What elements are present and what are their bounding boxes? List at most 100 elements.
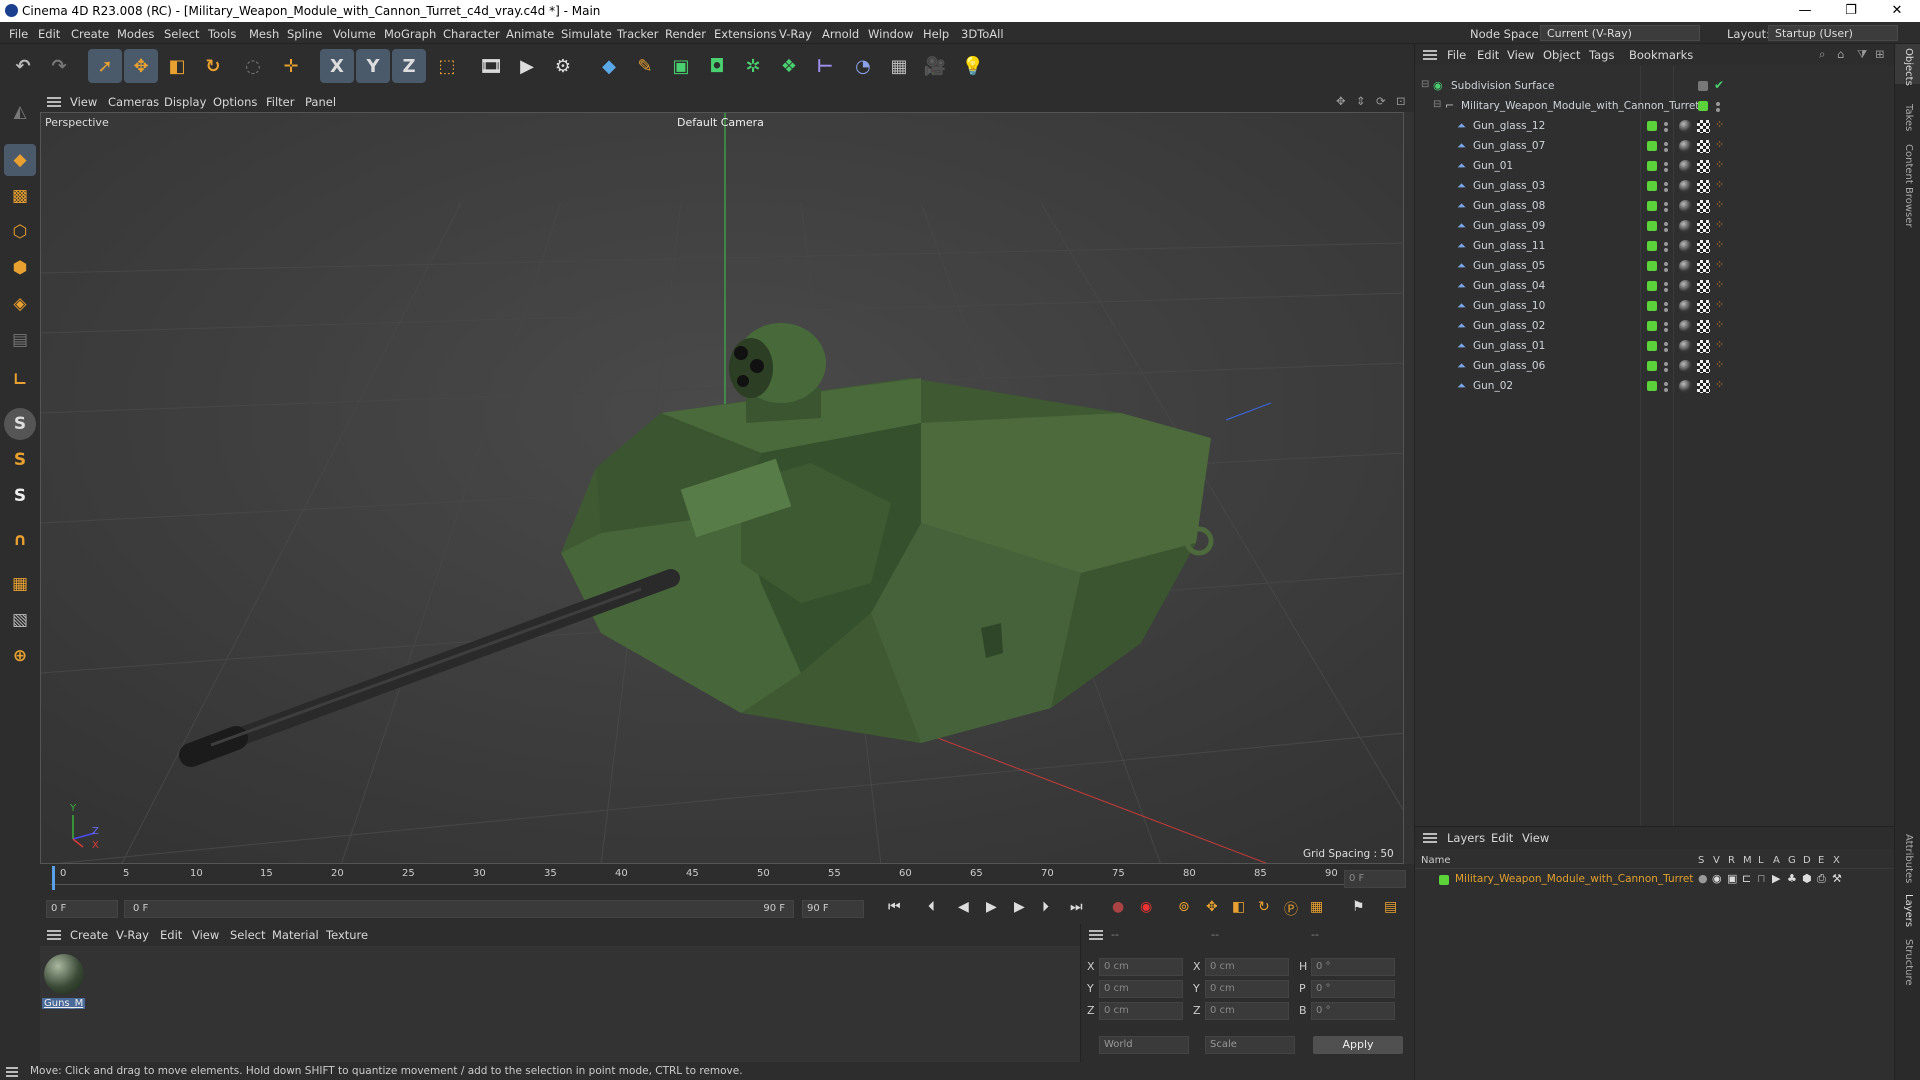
layer-swatch[interactable] <box>1647 281 1657 291</box>
menu-3dtoall[interactable]: 3DToAll <box>961 27 1004 41</box>
layer-swatch[interactable] <box>1647 221 1657 231</box>
layer-swatch[interactable] <box>1647 181 1657 191</box>
texture-mode-icon[interactable]: ▩ <box>4 180 36 212</box>
start-frame-field[interactable]: 0 F <box>46 900 118 918</box>
object-row[interactable]: ⏶ Gun_glass_06 ⁘ <box>1415 356 1895 376</box>
close-button[interactable]: ✕ <box>1874 0 1920 22</box>
vp-menu-display[interactable]: Display <box>164 95 206 109</box>
vray-tag-icon[interactable] <box>1697 280 1710 293</box>
goto-start-icon[interactable]: ⏮ <box>888 899 901 915</box>
menu-animate[interactable]: Animate <box>506 27 554 41</box>
layer-swatch[interactable] <box>1647 381 1657 391</box>
playhead[interactable] <box>52 866 55 890</box>
hamburger-icon[interactable] <box>47 97 61 99</box>
layer-generator-icon[interactable]: ♣ <box>1787 872 1797 885</box>
menu-vray[interactable]: V-Ray <box>779 27 812 41</box>
uvw-tag-icon[interactable]: ⁘ <box>1715 358 1724 371</box>
editor-vis-dot[interactable] <box>1664 122 1668 126</box>
menu-file[interactable]: File <box>9 27 28 41</box>
editor-vis-dot[interactable] <box>1664 262 1668 266</box>
object-row[interactable]: ⏶ Gun_glass_02 ⁘ <box>1415 316 1895 336</box>
redo-icon[interactable]: ↷ <box>42 49 76 83</box>
uvw-tag-icon[interactable]: ⁘ <box>1715 218 1724 231</box>
layer-menu-edit[interactable]: Edit <box>1491 831 1513 845</box>
render-vis-dot[interactable] <box>1664 248 1668 252</box>
material-tag-icon[interactable] <box>1679 160 1692 173</box>
enabled-check-icon[interactable]: ✔ <box>1714 78 1724 92</box>
menu-volume[interactable]: Volume <box>333 27 376 41</box>
uv-mode-icon[interactable]: ▤ <box>4 324 36 356</box>
layer-visible-icon[interactable]: ◉ <box>1712 872 1722 885</box>
layer-swatch[interactable] <box>1647 161 1657 171</box>
material-swatch[interactable] <box>44 954 84 994</box>
apply-button[interactable]: Apply <box>1313 1036 1403 1054</box>
transform-icon[interactable]: ✛ <box>274 49 308 83</box>
field-icon[interactable]: ◔ <box>846 49 880 83</box>
vray-tag-icon[interactable] <box>1697 160 1710 173</box>
editor-vis-dot[interactable] <box>1664 362 1668 366</box>
render-vis-dot[interactable] <box>1664 128 1668 132</box>
uvw-tag-icon[interactable]: ⁘ <box>1715 158 1724 171</box>
layer-swatch[interactable] <box>1647 361 1657 371</box>
mat-menu-select[interactable]: Select <box>230 928 265 942</box>
key-pos-icon[interactable]: ✥ <box>1206 899 1218 915</box>
material-tag-icon[interactable] <box>1679 140 1692 153</box>
render-vis-dot[interactable] <box>1664 368 1668 372</box>
render-vis-dot[interactable] <box>1664 228 1668 232</box>
mat-hamburger-icon[interactable] <box>47 930 61 932</box>
uvw-tag-icon[interactable]: ⁘ <box>1715 338 1724 351</box>
layer-swatch[interactable] <box>1647 141 1657 151</box>
menu-help[interactable]: Help <box>923 27 949 41</box>
vray-tag-icon[interactable] <box>1697 260 1710 273</box>
vp-menu-options[interactable]: Options <box>213 95 257 109</box>
object-row-group[interactable]: ⊟ ⌐ Military_Weapon_Module_with_Cannon_T… <box>1415 96 1895 116</box>
render-vis-dot[interactable] <box>1664 268 1668 272</box>
obj-menu-bookmarks[interactable]: Bookmarks <box>1629 48 1693 62</box>
layer-lock-icon[interactable]: ⊓ <box>1757 872 1766 885</box>
uvw-tag-icon[interactable]: ⁘ <box>1715 278 1724 291</box>
magnet-icon[interactable]: ∩ <box>4 524 36 556</box>
layer-solo-icon[interactable]: ● <box>1698 872 1708 885</box>
motion-clip-icon[interactable]: ⚑ <box>1352 899 1365 915</box>
vray-tag-icon[interactable] <box>1697 380 1710 393</box>
tab-objects[interactable]: Objects <box>1903 48 1914 86</box>
obj-home-icon[interactable]: ⌂ <box>1837 47 1844 61</box>
play-icon[interactable]: ▶ <box>986 899 997 915</box>
layer-swatch[interactable] <box>1698 101 1708 111</box>
node-space-select[interactable]: Current (V-Ray) <box>1540 25 1700 41</box>
render-vis-dot[interactable] <box>1664 168 1668 172</box>
editor-vis-dot[interactable] <box>1664 342 1668 346</box>
vray-tag-icon[interactable] <box>1697 140 1710 153</box>
light-icon[interactable]: 💡 <box>956 49 990 83</box>
record-icon[interactable]: ● <box>1112 899 1124 915</box>
layer-swatch[interactable] <box>1647 321 1657 331</box>
vp-menu-view[interactable]: View <box>70 95 97 109</box>
x-axis-icon[interactable]: X <box>320 49 354 83</box>
coord-rot-h-field[interactable]: 0 ° <box>1311 958 1395 976</box>
obj-menu-edit[interactable]: Edit <box>1477 48 1499 62</box>
coord-pos-x-field[interactable]: 0 cm <box>1099 958 1183 976</box>
maximize-button[interactable]: ❐ <box>1828 0 1874 22</box>
mat-menu-view[interactable]: View <box>192 928 219 942</box>
render-vis-dot[interactable] <box>1664 148 1668 152</box>
obj-menu-tags[interactable]: Tags <box>1589 48 1614 62</box>
mograph-icon[interactable]: ❖ <box>772 49 806 83</box>
autokey-icon[interactable]: ◉ <box>1140 899 1152 915</box>
vray-tag-icon[interactable] <box>1697 300 1710 313</box>
range-slider[interactable]: 0 F 90 F <box>124 900 794 918</box>
current-frame-field[interactable]: 0 F <box>1344 870 1406 888</box>
layer-swatch[interactable] <box>1647 241 1657 251</box>
layer-render-icon[interactable]: ▣ <box>1727 872 1737 885</box>
coord-hamburger-icon[interactable] <box>1089 930 1103 932</box>
render-vis-dot[interactable] <box>1664 348 1668 352</box>
mat-menu-material[interactable]: Material <box>272 928 319 942</box>
vp-menu-cameras[interactable]: Cameras <box>108 95 159 109</box>
vp-maximize-icon[interactable]: ⊡ <box>1396 94 1406 108</box>
editor-vis-dot[interactable] <box>1664 282 1668 286</box>
render-vis-dot[interactable] <box>1716 108 1720 112</box>
layer-anim-icon[interactable]: ▶ <box>1772 872 1780 885</box>
tab-attributes[interactable]: Attributes <box>1903 834 1914 883</box>
editor-vis-dot[interactable] <box>1664 202 1668 206</box>
coord-scale-select[interactable]: Scale <box>1205 1036 1295 1054</box>
coord-rot-p-field[interactable]: 0 ° <box>1311 980 1395 998</box>
